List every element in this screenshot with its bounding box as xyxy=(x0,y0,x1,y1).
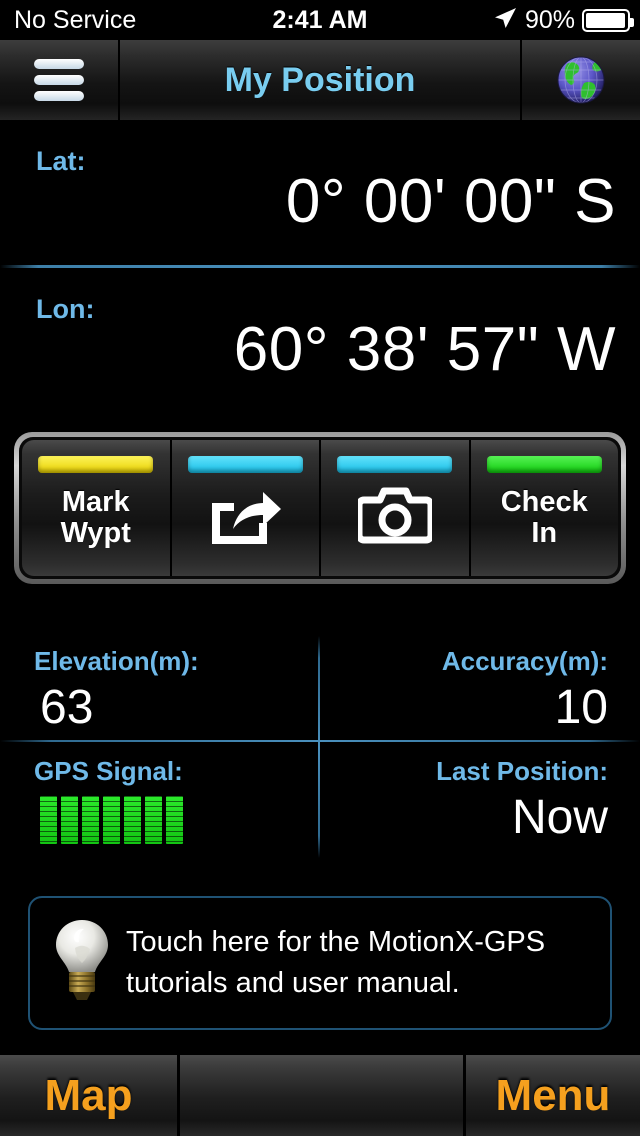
menu-button[interactable]: Menu xyxy=(466,1055,640,1136)
page-title: My Position xyxy=(120,40,520,120)
mark-waypoint-button[interactable]: Mark Wypt xyxy=(22,440,172,576)
stats-vertical-divider xyxy=(318,636,320,858)
menu-button-label: Menu xyxy=(495,1071,611,1120)
last-position-label: Last Position: xyxy=(436,756,608,786)
elevation-value: 63 xyxy=(40,681,94,734)
mark-waypoint-label-line1: Mark xyxy=(61,486,130,518)
gps-signal-bars xyxy=(40,796,183,844)
share-icon xyxy=(207,487,283,554)
camera-button[interactable] xyxy=(321,440,471,576)
nav-bar: My Position xyxy=(0,40,640,120)
accuracy-label: Accuracy(m): xyxy=(441,646,608,676)
app-root: No Service 2:41 AM 90% My Position Lat: … xyxy=(0,0,640,1136)
check-in-label-line1: Check xyxy=(500,486,588,518)
action-button-bar: Mark Wypt Check In xyxy=(14,432,626,584)
mark-waypoint-label: Mark Wypt xyxy=(60,486,131,550)
lightbulb-icon xyxy=(54,918,110,1009)
camera-strip xyxy=(337,456,453,473)
mark-waypoint-strip xyxy=(38,456,154,473)
gps-signal-bar xyxy=(103,796,120,844)
accuracy-cell: Accuracy(m): 10 xyxy=(322,636,640,740)
elevation-label: Elevation(m): xyxy=(34,646,199,676)
accuracy-value: 10 xyxy=(554,681,608,734)
elevation-cell: Elevation(m): 63 xyxy=(0,636,318,740)
camera-icon xyxy=(355,487,435,550)
stats-horizontal-divider xyxy=(0,740,640,742)
stats-grid: Elevation(m): 63 Accuracy(m): 10 GPS Sig… xyxy=(0,636,640,858)
globe-icon xyxy=(551,50,611,110)
check-in-label-line2: In xyxy=(531,517,558,550)
map-button[interactable]: Map xyxy=(0,1055,180,1136)
battery-icon xyxy=(582,8,634,32)
page-title-label: My Position xyxy=(224,60,416,99)
gps-signal-cell: GPS Signal: xyxy=(0,746,318,850)
check-in-label: Check In xyxy=(500,486,588,550)
check-in-button[interactable]: Check In xyxy=(470,440,618,576)
bottom-toolbar: Map Menu xyxy=(0,1054,640,1136)
share-button[interactable] xyxy=(171,440,321,576)
latitude-value: 0° 00' 00" S xyxy=(285,167,616,236)
longitude-row: Lon: 60° 38' 57" W xyxy=(0,268,640,413)
last-position-value: Now xyxy=(511,791,608,844)
map-button-label: Map xyxy=(44,1071,133,1120)
last-position-cell: Last Position: Now xyxy=(322,746,640,850)
status-bar: No Service 2:41 AM 90% xyxy=(0,0,640,40)
globe-button[interactable] xyxy=(520,40,640,120)
gps-signal-label: GPS Signal: xyxy=(34,756,183,786)
hamburger-menu-button[interactable] xyxy=(0,40,120,120)
mark-waypoint-label-line2: Wypt xyxy=(60,517,131,550)
tutorial-text: Touch here for the MotionX-GPS tutorials… xyxy=(126,922,545,1004)
status-bar-right: 90% xyxy=(492,5,634,36)
gps-signal-bar xyxy=(61,796,78,844)
latitude-label: Lat: xyxy=(36,146,86,176)
tutorial-text-line2: tutorials and user manual. xyxy=(126,967,460,999)
gps-signal-bar xyxy=(82,796,99,844)
gps-signal-bar xyxy=(40,796,57,844)
gps-signal-bar xyxy=(145,796,162,844)
tutorial-banner[interactable]: Touch here for the MotionX-GPS tutorials… xyxy=(28,896,612,1030)
coordinates-panel[interactable]: Lat: 0° 00' 00" S Lon: 60° 38' 57" W xyxy=(0,120,640,413)
share-strip xyxy=(187,456,303,473)
battery-percent-label: 90% xyxy=(524,5,575,34)
latitude-row: Lat: 0° 00' 00" S xyxy=(0,120,640,265)
longitude-value: 60° 38' 57" W xyxy=(233,315,616,384)
check-in-strip xyxy=(486,456,602,473)
longitude-label: Lon: xyxy=(36,294,95,324)
tutorial-text-line1: Touch here for the MotionX-GPS xyxy=(126,925,546,958)
toolbar-spacer xyxy=(180,1055,466,1136)
hamburger-menu-icon xyxy=(34,59,84,101)
gps-signal-bar xyxy=(124,796,141,844)
location-arrow-icon xyxy=(492,5,518,36)
gps-signal-bar xyxy=(166,796,183,844)
